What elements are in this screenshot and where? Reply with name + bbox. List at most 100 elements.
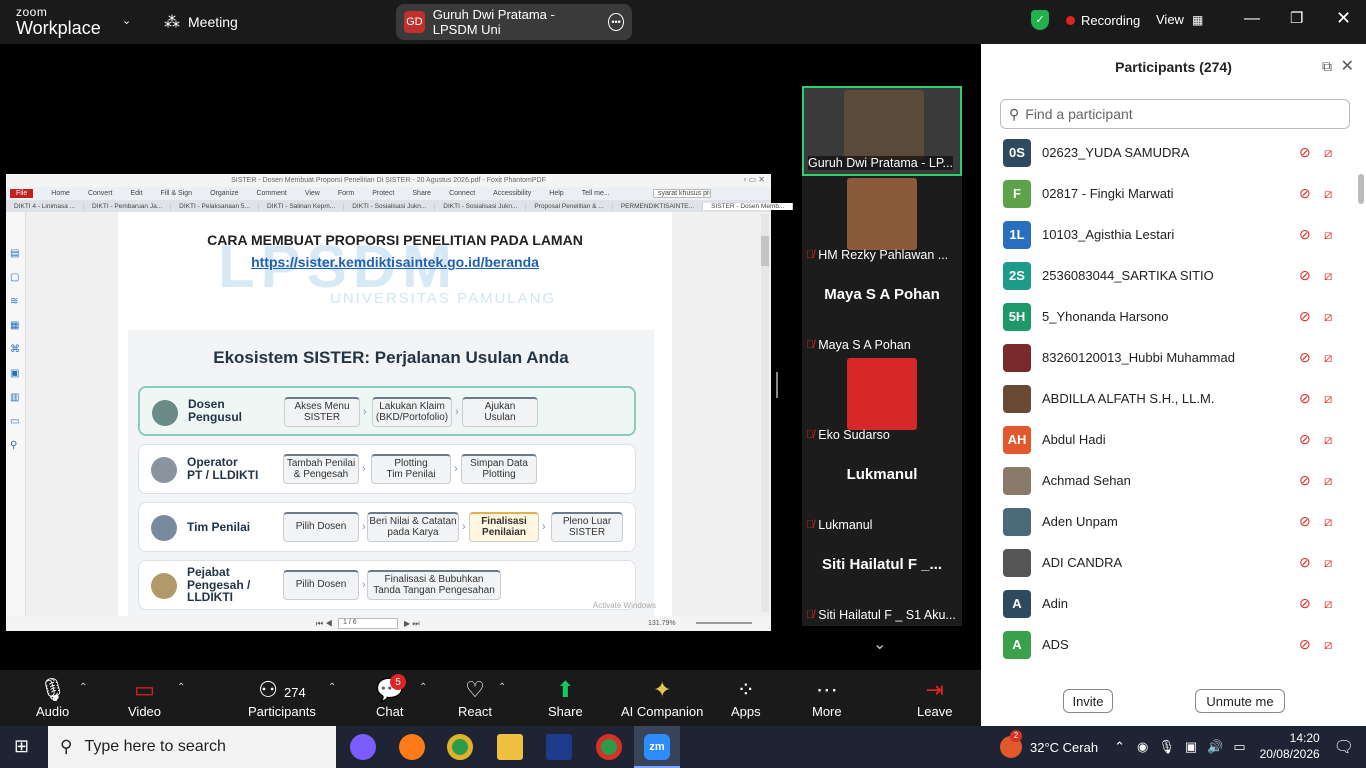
pdf-tab[interactable]: DIKTI 4 - Linimasa ... <box>6 202 85 210</box>
participant-item[interactable]: Aden Unpam ⊘ ⧄ <box>981 501 1353 542</box>
zoom-taskbar-active[interactable]: zm <box>634 726 680 768</box>
vscode-icon[interactable] <box>546 734 572 760</box>
pdf-menu-item[interactable]: Accessibility <box>493 190 531 197</box>
firefox-icon[interactable] <box>399 734 425 760</box>
participant-search-input[interactable]: ⚲ Find a participant <box>1000 99 1350 129</box>
clock[interactable]: 14:20 20/08/2026 <box>1260 731 1320 762</box>
page-link[interactable]: https://sister.kemdiktisaintek.go.id/ber… <box>118 254 672 270</box>
chat-options-caret[interactable]: ⌃ <box>419 682 427 693</box>
pdf-menu-item[interactable]: Help <box>549 190 563 197</box>
pdf-window-controls[interactable]: ▫ ▭ ✕ <box>743 175 765 184</box>
security-shield-icon[interactable]: ✓ <box>1031 10 1049 30</box>
notifications-icon[interactable]: 🗨 <box>1334 737 1354 757</box>
participant-item[interactable]: 0S 02623_YUDA SAMUDRA ⊘ ⧄ <box>981 132 1353 173</box>
participant-item[interactable]: 83260120013_Hubbi Muhammad ⊘ ⧄ <box>981 337 1353 378</box>
pdf-scrollbar-thumb[interactable] <box>761 236 769 266</box>
chevron-down-icon[interactable]: ⌄ <box>873 634 886 654</box>
pdf-menu-item[interactable]: Protect <box>372 190 394 197</box>
video-options-caret[interactable]: ⌃ <box>177 682 185 693</box>
pdf-tab[interactable]: DIKTI - Pembaruan Ja... <box>84 202 172 210</box>
record-icon[interactable]: ◉ <box>1137 739 1148 755</box>
chevron-down-icon[interactable]: ⌄ <box>122 14 131 27</box>
pdf-menu-item[interactable]: Convert <box>88 190 113 197</box>
unmute-me-button[interactable]: Unmute me <box>1195 689 1285 713</box>
audio-options-caret[interactable]: ⌃ <box>79 682 87 693</box>
panel-resize-handle[interactable] <box>776 372 778 398</box>
participants-options-caret[interactable]: ⌃ <box>328 682 336 693</box>
pdf-menu-file[interactable]: File <box>10 189 34 198</box>
close-icon[interactable]: ✕ <box>1341 56 1354 76</box>
pdf-tab[interactable]: SISTER - Dosen Memb... <box>703 202 794 210</box>
meeting-title-pill[interactable]: GD Guruh Dwi Pratama - LPSDM Uni ••• <box>396 4 632 40</box>
camera-icon[interactable]: ▣ <box>1185 739 1197 755</box>
pdf-search-input[interactable]: syarat khusus pro <box>653 189 711 198</box>
participant-item[interactable]: ADI CANDRA ⊘ ⧄ <box>981 542 1353 583</box>
pdf-tab[interactable]: DIKTI - Pelaksanaan 5... <box>171 202 259 210</box>
pdf-menu-item[interactable]: Form <box>338 190 354 197</box>
minimize-button[interactable]: — <box>1244 10 1260 28</box>
invite-button[interactable]: Invite <box>1063 689 1113 713</box>
pdf-menu-item[interactable]: Edit <box>130 190 142 197</box>
ai-companion-button[interactable]: ✦ AI Companion <box>621 676 703 719</box>
participant-item[interactable]: ABDILLA ALFATH S.H., LL.M. ⊘ ⧄ <box>981 378 1353 419</box>
zoom-slider[interactable] <box>696 622 752 624</box>
more-button[interactable]: ⋯ More <box>812 676 842 719</box>
pdf-menu-item[interactable]: Connect <box>449 190 475 197</box>
share-button[interactable]: ⬆ Share <box>548 676 583 719</box>
pdf-tab[interactable]: DIKTI - Sosialisasi Jukn... <box>435 202 527 210</box>
participant-item[interactable]: 5H 5_Yhonanda Harsono ⊘ ⧄ <box>981 296 1353 337</box>
pdf-scrollbar[interactable] <box>761 214 769 612</box>
chrome-profile-icon[interactable] <box>596 734 622 760</box>
video-tile[interactable]: Lukmanul 🎙̸ Lukmanul <box>802 446 962 536</box>
zoom-level[interactable]: 131.79% <box>648 620 676 627</box>
pdf-tab[interactable]: DIKTI - Salinan Kepm... <box>259 202 345 210</box>
pdf-menu-item[interactable]: Share <box>412 190 431 197</box>
video-tile[interactable]: 🎙̸ HM Rezky Pahlawan ... <box>802 176 962 266</box>
close-button[interactable]: ✕ <box>1336 8 1351 29</box>
page-indicator[interactable]: 1 / 6 <box>338 618 398 629</box>
more-options-icon[interactable]: ••• <box>608 13 624 31</box>
video-tile[interactable]: Guruh Dwi Pratama - LP... <box>802 86 962 176</box>
participant-item[interactable]: AH Abdul Hadi ⊘ ⧄ <box>981 419 1353 460</box>
pdf-side-icons[interactable]: ▤ ▢ ≋ ▦ ⌘ ▣ ▥ ▭ ⚲ <box>10 242 25 458</box>
windows-start-icon[interactable]: ⊞ <box>14 736 29 757</box>
pdf-menu-item[interactable]: Comment <box>256 190 286 197</box>
taskbar-search-input[interactable]: ⚲ Type here to search <box>48 726 336 768</box>
participant-item[interactable]: 2S 2536083044_SARTIKA SITIO ⊘ ⧄ <box>981 255 1353 296</box>
participant-item[interactable]: F 02817 - Fingki Marwati ⊘ ⧄ <box>981 173 1353 214</box>
volume-icon[interactable]: 🔊 <box>1207 739 1223 755</box>
pdf-menu-item[interactable]: Tell me... <box>582 190 610 197</box>
copilot-icon[interactable] <box>350 734 376 760</box>
pdf-tab[interactable]: Proposal Penelitian & ... <box>526 202 613 210</box>
pdf-menu-item[interactable]: Home <box>51 190 70 197</box>
participant-item[interactable]: A ADS ⊘ ⧄ <box>981 624 1353 665</box>
recording-indicator[interactable]: Recording <box>1066 13 1140 28</box>
pdf-tab[interactable]: PERMENDIKTISAINTE... <box>613 202 704 210</box>
shared-document-window[interactable]: SISTER - Dosen Membuat Proporsi Peneliti… <box>6 174 794 631</box>
pdf-menu-item[interactable]: Organize <box>210 190 238 197</box>
restore-button[interactable]: ❐ <box>1290 9 1303 27</box>
participant-item[interactable]: 1L 10103_Agisthia Lestari ⊘ ⧄ <box>981 214 1353 255</box>
participants-button[interactable]: ⚇ 274 Participants <box>248 676 316 719</box>
chat-button[interactable]: 💬 5 Chat <box>376 674 406 719</box>
audio-button[interactable]: 🎙 Audio <box>36 676 69 719</box>
weather-icon[interactable]: 2 <box>1000 730 1022 758</box>
meeting-tab[interactable]: ⁂ Meeting <box>164 12 238 32</box>
participant-item[interactable]: Achmad Sehan ⊘ ⧄ <box>981 460 1353 501</box>
participant-item[interactable]: A Adin ⊘ ⧄ <box>981 583 1353 624</box>
popout-icon[interactable]: ⧉ <box>1322 58 1332 75</box>
react-button[interactable]: ♡ React <box>458 676 492 719</box>
video-button[interactable]: ▭ Video <box>128 676 161 719</box>
video-tile[interactable]: Siti Hailatul F _... 🎙̸ Siti Hailatul F _ … <box>802 536 962 626</box>
pdf-menu-item[interactable]: View <box>305 190 320 197</box>
apps-button[interactable]: ⁘ Apps <box>731 676 761 719</box>
view-button[interactable]: View ▦ <box>1156 12 1203 27</box>
chrome-icon[interactable] <box>447 734 473 760</box>
pdf-menu-item[interactable]: Fill & Sign <box>161 190 193 197</box>
tray-chevron-up-icon[interactable]: ⌃ <box>1114 739 1125 755</box>
pdf-tab[interactable]: DIKTI - Sosialisasi Jukn... <box>344 202 436 210</box>
participant-scrollbar[interactable] <box>1358 174 1364 204</box>
video-tile[interactable]: Maya S A Pohan 🎙̸ Maya S A Pohan <box>802 266 962 356</box>
network-icon[interactable]: ▭ <box>1233 739 1245 755</box>
file-explorer-icon[interactable] <box>497 734 523 760</box>
